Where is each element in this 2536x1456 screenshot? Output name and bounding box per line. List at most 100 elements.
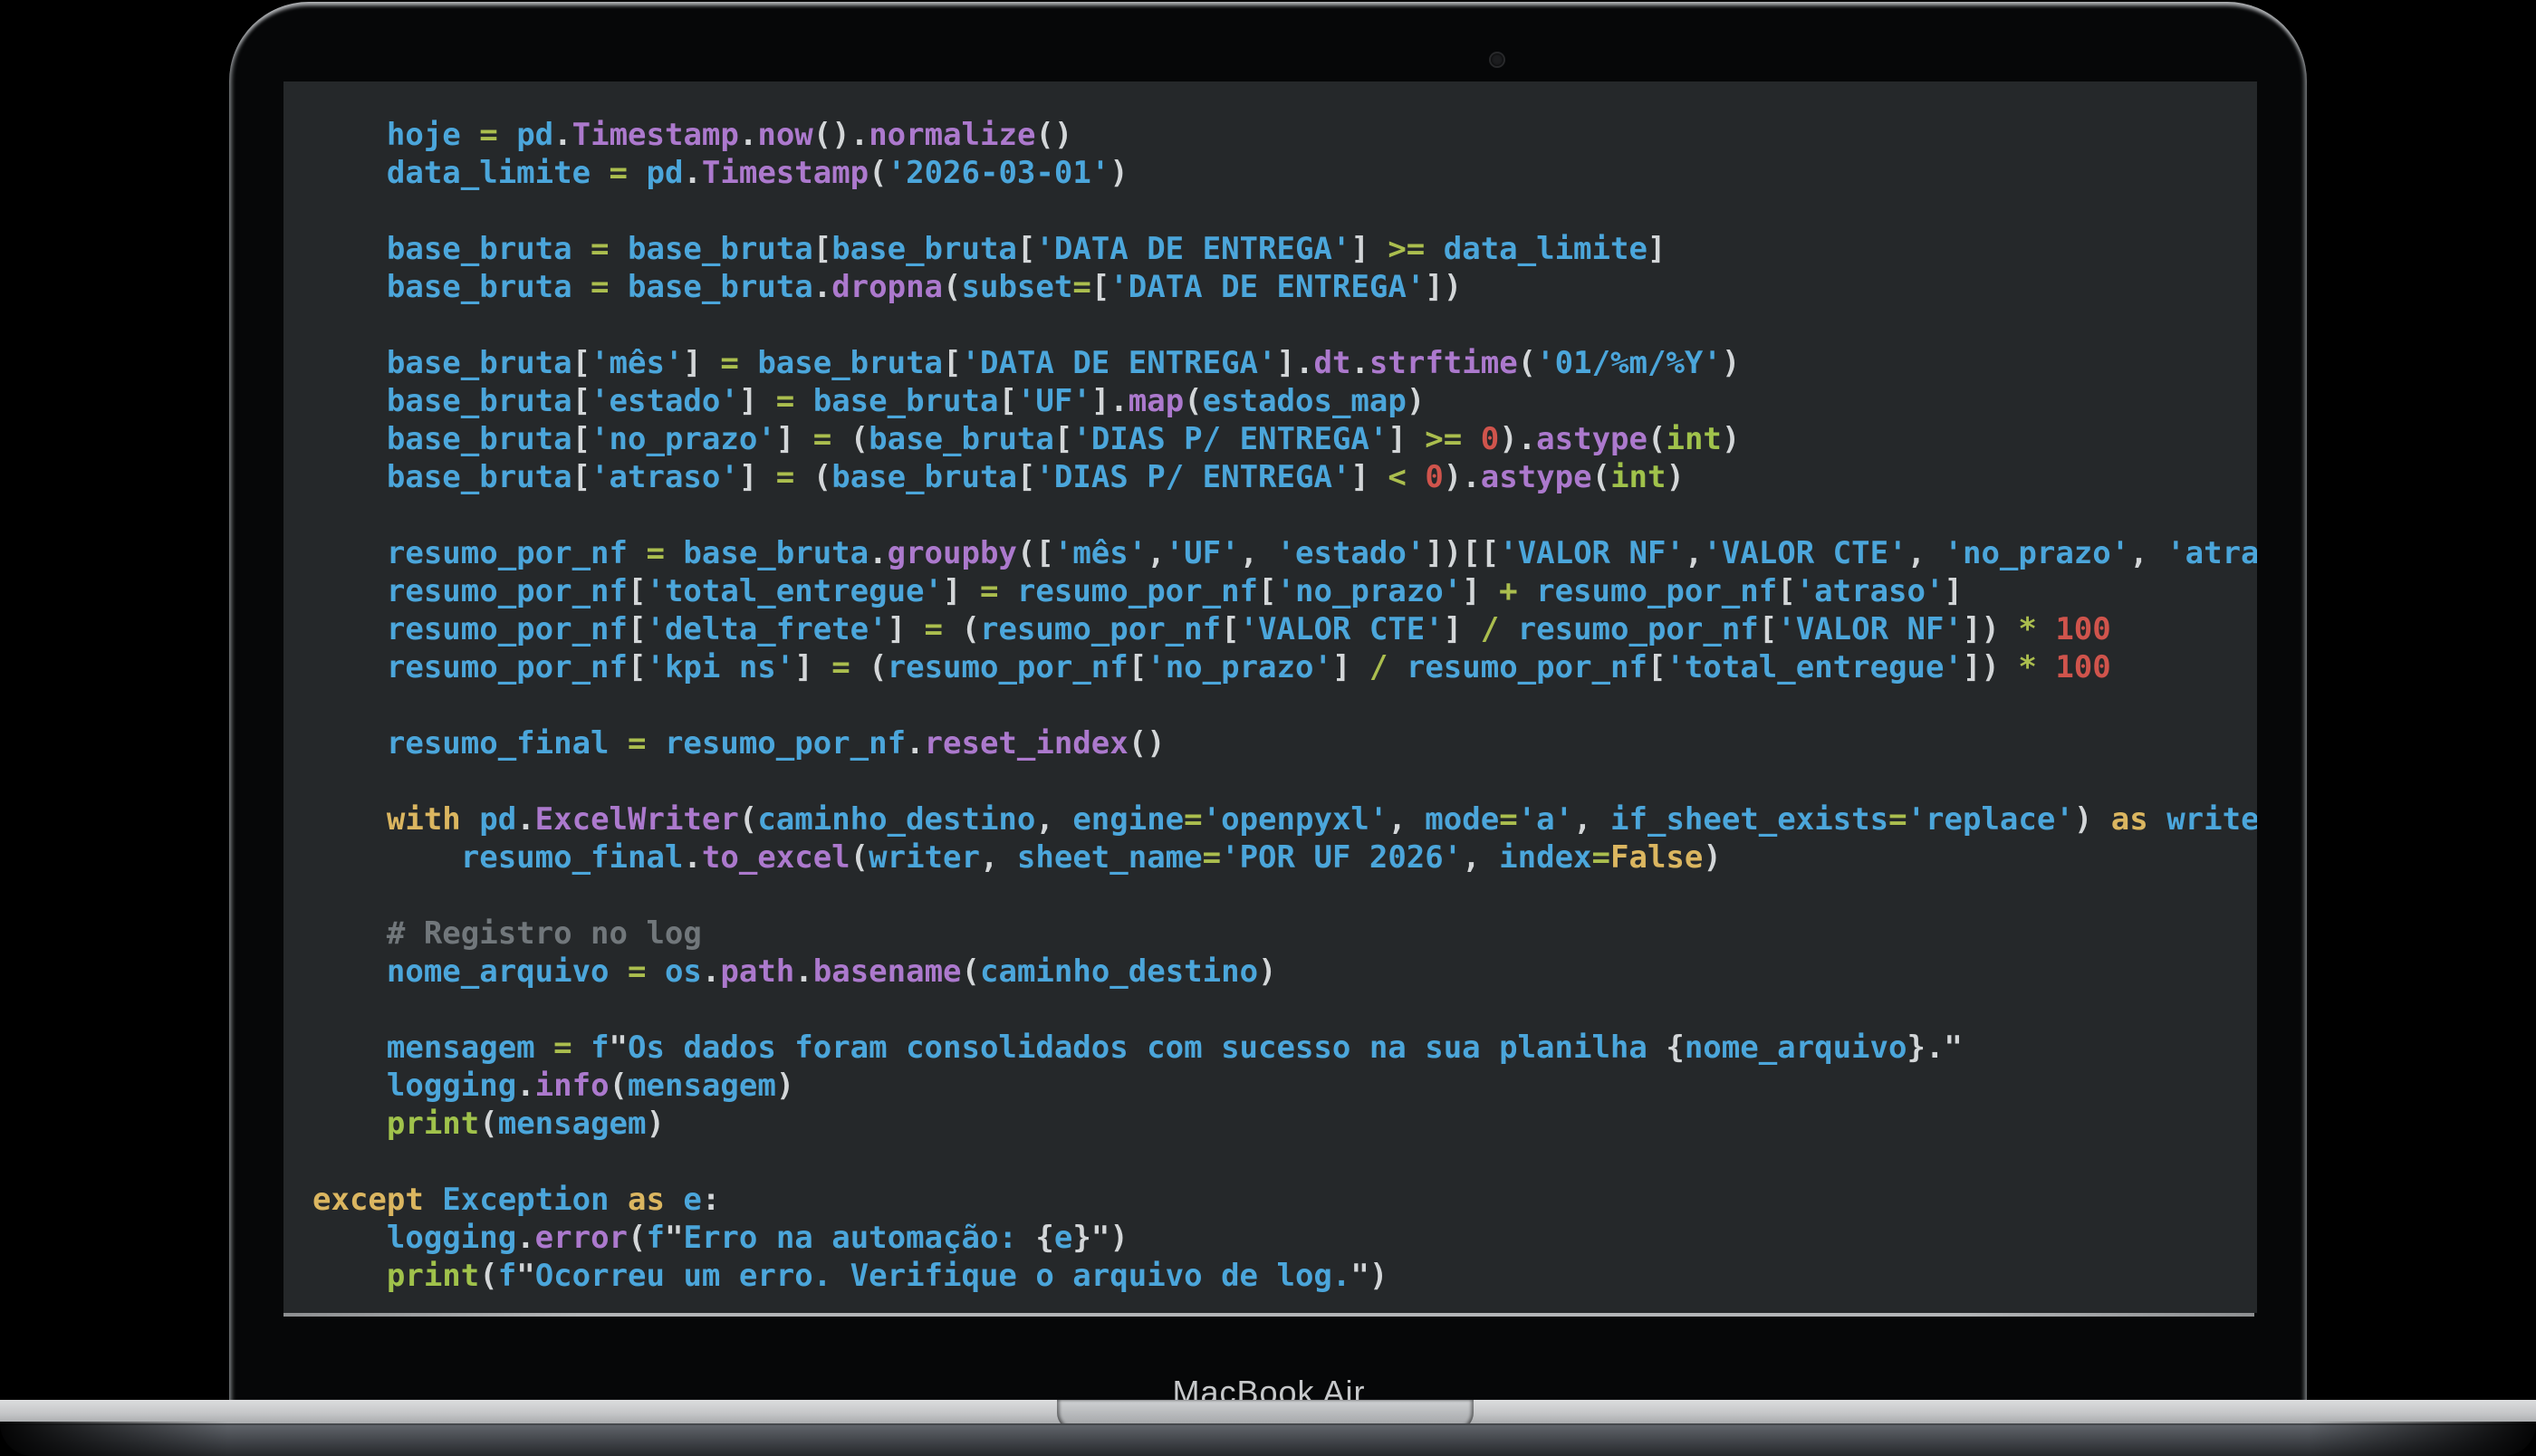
code-token: 'DIAS P/ ENTREGA': [1072, 421, 1388, 457]
code-token: :: [702, 1182, 720, 1218]
code-token: nome_arquivo: [312, 953, 610, 990]
code-token: [: [1017, 231, 1035, 267]
code-token: =: [1072, 269, 1090, 305]
code-token: 'VALOR NF': [1777, 611, 1963, 647]
code-line: hoje = pd.Timestamp.now().normalize(): [312, 116, 2257, 154]
code-token: ]: [1350, 459, 1369, 495]
code-token: {: [1035, 1220, 1053, 1256]
code-token: 'UF': [1017, 383, 1091, 419]
code-token: }: [1072, 1220, 1090, 1256]
code-token: .": [1926, 1030, 1963, 1066]
code-token: .: [516, 1068, 534, 1104]
code-token: .: [683, 155, 701, 191]
code-token: 'no_prazo': [1945, 535, 2130, 571]
code-token: 'UF': [1166, 535, 1240, 571]
code-line: print(mensagem): [312, 1105, 2257, 1143]
code-token: 'atraso': [1796, 573, 1945, 609]
code-token: resumo_por_nf: [888, 649, 1129, 685]
code-token: 'mês': [1054, 535, 1147, 571]
code-token: base_bruta: [312, 269, 572, 305]
code-token: 'atraso': [2166, 535, 2257, 571]
code-token: map: [1129, 383, 1184, 419]
code-token: (: [1647, 421, 1666, 457]
code-token: *: [2000, 611, 2055, 647]
code-token: logging: [312, 1220, 516, 1256]
code-token: (: [1184, 383, 1202, 419]
code-token: .: [702, 953, 720, 990]
code-token: 0: [1425, 459, 1443, 495]
code-token: {: [1666, 1030, 1684, 1066]
code-token: 'DATA DE ENTREGA': [1110, 269, 1425, 305]
code-token: (: [479, 1258, 497, 1294]
code-token: .: [683, 839, 701, 876]
code-token: 'replace': [1907, 801, 2074, 838]
code-token: (: [739, 801, 757, 838]
code-token: (: [850, 839, 869, 876]
code-token: =: [813, 649, 869, 685]
code-token: 'VALOR CTE': [1703, 535, 1907, 571]
code-token: if_sheet_exists: [1610, 801, 1888, 838]
code-token: 'no_prazo': [1277, 573, 1463, 609]
code-editor-screen[interactable]: hoje = pd.Timestamp.now().normalize() da…: [283, 81, 2257, 1313]
code-token: 'DATA DE ENTREGA': [962, 345, 1277, 381]
code-token: ]: [739, 383, 757, 419]
code-token: ).: [1499, 421, 1536, 457]
code-token: =: [1499, 801, 1517, 838]
code-token: resumo_por_nf: [312, 573, 628, 609]
code-token: resumo_por_nf: [312, 535, 628, 571]
code-token: ]: [1944, 573, 1962, 609]
code-token: =: [702, 345, 757, 381]
code-token: ): [1666, 459, 1684, 495]
code-token: =: [1184, 801, 1202, 838]
code-token: resumo_por_nf: [1017, 573, 1258, 609]
code-token: base_bruta: [312, 345, 572, 381]
code-token: groupby: [888, 535, 1017, 571]
code-token: f: [498, 1258, 516, 1294]
code-token: mensagem: [312, 1030, 535, 1066]
code-token: ": [610, 1030, 628, 1066]
code-line: print(f"Ocorreu um erro. Verifique o arq…: [312, 1257, 2257, 1295]
code-token: index: [1499, 839, 1591, 876]
code-token: /: [1350, 649, 1406, 685]
code-token: mensagem: [498, 1106, 647, 1142]
code-token: ExcelWriter: [535, 801, 739, 838]
code-token: writer: [869, 839, 980, 876]
code-token: ([: [1017, 535, 1054, 571]
code-line: base_bruta['atraso'] = (base_bruta['DIAS…: [312, 458, 2257, 496]
code-token: [: [572, 345, 591, 381]
code-token: =: [572, 269, 628, 305]
code-token: ]: [1647, 231, 1666, 267]
code-token: ,: [980, 839, 1017, 876]
code-line: base_bruta = base_bruta[base_bruta['DATA…: [312, 230, 2257, 268]
code-token: Exception: [424, 1182, 610, 1218]
code-token: base_bruta: [831, 231, 1017, 267]
code-line: [312, 991, 2257, 1029]
code-token: =: [757, 459, 812, 495]
code-token: .: [739, 117, 757, 153]
code-line: logging.info(mensagem): [312, 1067, 2257, 1105]
code-token: mensagem: [628, 1068, 776, 1104]
code-token: [: [628, 573, 646, 609]
code-token: logging: [312, 1068, 516, 1104]
code-token: base_bruta: [312, 421, 572, 457]
code-token: ]: [794, 649, 812, 685]
code-token: 'total_entregue': [1666, 649, 1963, 685]
code-token: base_bruta: [628, 269, 813, 305]
code-token: 'atraso': [591, 459, 739, 495]
code-token: # Registro no log: [312, 915, 702, 952]
code-token: [: [572, 421, 591, 457]
code-token: basename: [813, 953, 962, 990]
code-token: int: [1610, 459, 1666, 495]
code-token: resumo_final: [312, 839, 683, 876]
code-line: [312, 192, 2257, 230]
code-line: [312, 1143, 2257, 1181]
code-token: =: [610, 953, 665, 990]
code-token: ].: [1277, 345, 1314, 381]
code-token: print: [312, 1258, 479, 1294]
code-token: print: [312, 1106, 479, 1142]
code-token: ]: [943, 573, 961, 609]
code-token: Ocorreu um erro. Verifique o arquivo de …: [535, 1258, 1351, 1294]
code-token: 'DATA DE ENTREGA': [1035, 231, 1350, 267]
code-token: .: [516, 801, 534, 838]
code-token: ]: [1444, 611, 1462, 647]
